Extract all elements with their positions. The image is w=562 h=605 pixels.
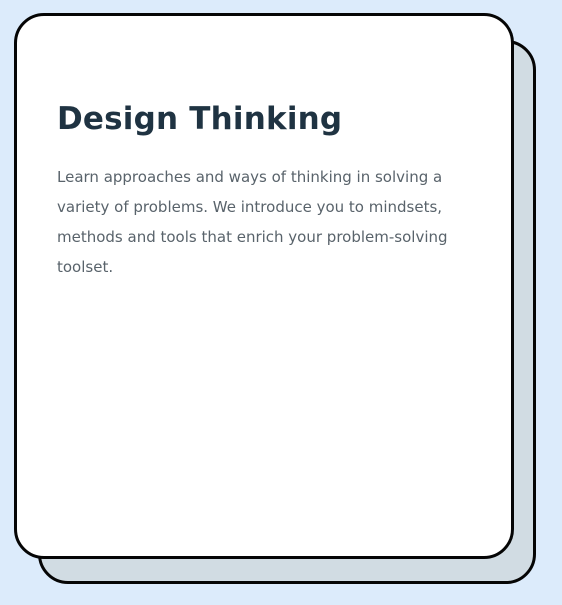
course-card[interactable]: Design Thinking Learn approaches and way… [14, 13, 514, 559]
card-title: Design Thinking [57, 101, 343, 137]
card-description: Learn approaches and ways of thinking in… [57, 168, 448, 276]
